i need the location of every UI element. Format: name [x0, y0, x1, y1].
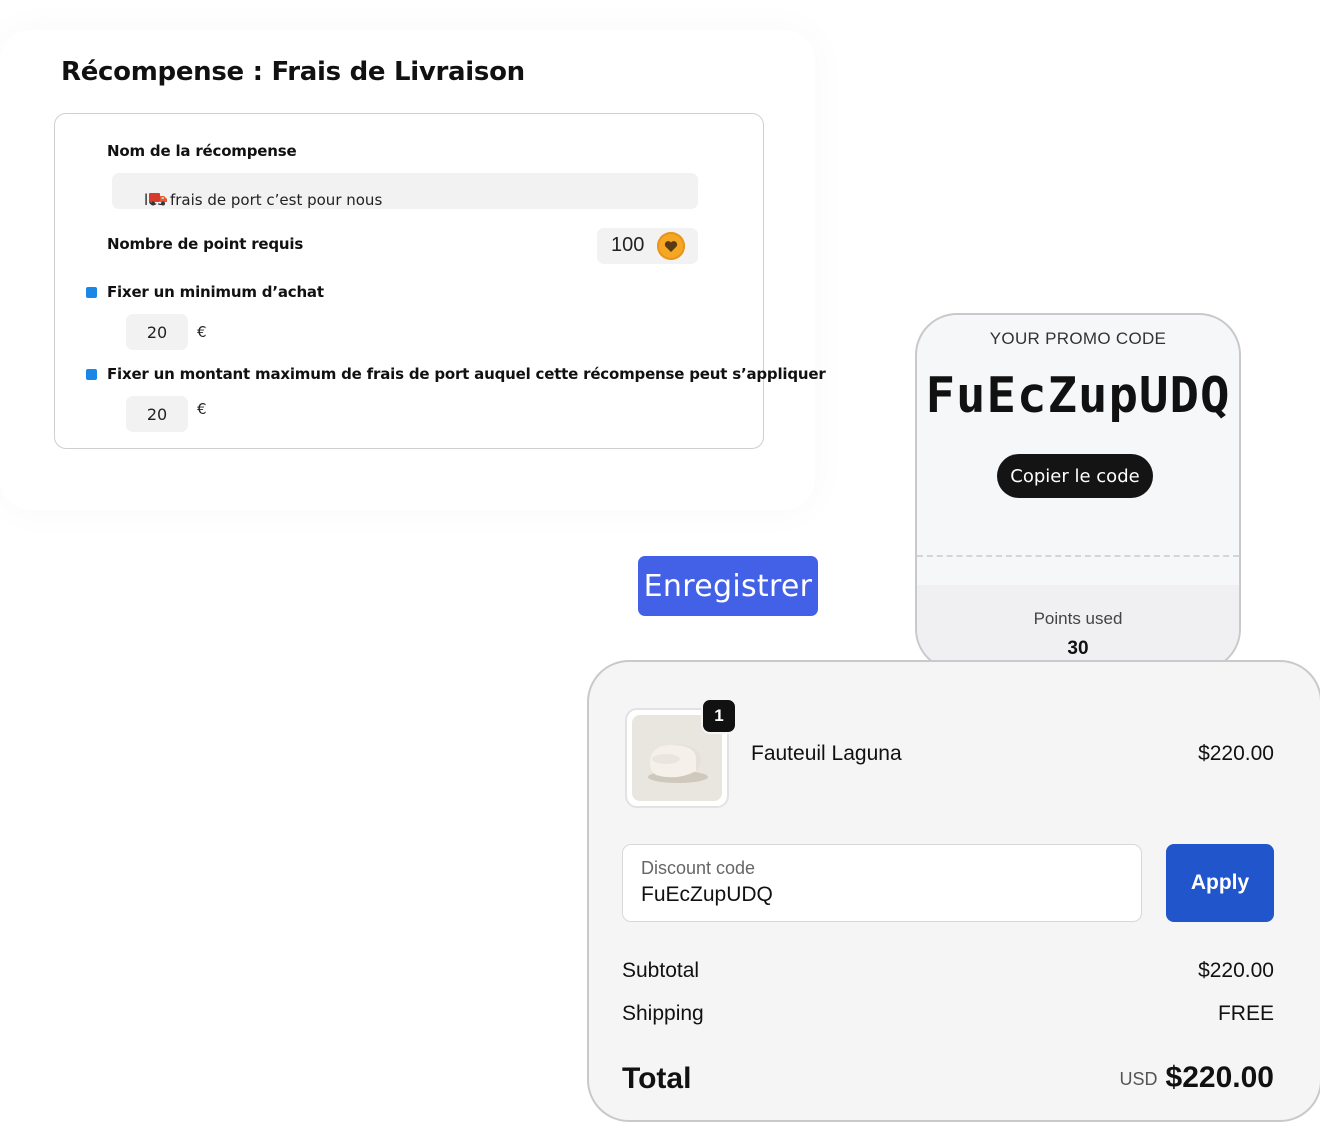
promo-code-value: FuEcZupUDQ: [925, 367, 1231, 424]
min-purchase-currency: €: [197, 323, 207, 341]
discount-code-placeholder: Discount code: [641, 858, 756, 878]
reward-name-value: les frais de port c’est pour nous: [144, 191, 383, 209]
subtotal-label: Subtotal: [622, 959, 700, 982]
discount-code-value: FuEcZupUDQ: [641, 883, 773, 906]
shipping-value: FREE: [1217, 1002, 1274, 1025]
total-value: $220.00: [1165, 1061, 1274, 1094]
max-shipping-currency: €: [197, 400, 207, 418]
max-shipping-input[interactable]: 20: [126, 396, 188, 432]
points-used-label: Points used: [1033, 609, 1123, 628]
max-shipping-value: 20: [146, 405, 168, 424]
product-name: Fauteuil Laguna: [751, 742, 902, 765]
quantity-badge: 1: [701, 698, 737, 734]
points-required-value: 100: [611, 234, 645, 256]
total-amount: USD $220.00: [1120, 1061, 1274, 1095]
promo-code-card: YOUR PROMO CODE FuEcZupUDQ Copier le cod…: [915, 313, 1241, 671]
points-required-label: Nombre de point requis: [107, 235, 304, 253]
promo-code-label: YOUR PROMO CODE: [989, 329, 1167, 348]
points-used-value: 30: [1067, 638, 1089, 659]
heart-coin-icon: [657, 232, 685, 260]
product-price: $220.00: [1198, 742, 1274, 765]
min-purchase-value: 20: [146, 323, 168, 342]
save-button[interactable]: Enregistrer: [638, 556, 818, 616]
page-title: Récompense : Frais de Livraison: [61, 57, 525, 87]
total-label: Total: [622, 1062, 692, 1095]
apply-button[interactable]: Apply: [1166, 844, 1274, 922]
reward-name-input[interactable]: les frais de port c’est pour nous: [112, 173, 698, 209]
min-purchase-input[interactable]: 20: [126, 314, 188, 350]
subtotal-value: $220.00: [1198, 959, 1274, 982]
total-currency: USD: [1119, 1069, 1158, 1089]
promo-divider: [917, 555, 1239, 557]
points-required-input[interactable]: 100: [597, 228, 698, 264]
reward-name-label: Nom de la récompense: [107, 142, 297, 160]
reward-form-card: Nom de la récompense les frais de port c…: [54, 113, 826, 449]
max-shipping-checkbox[interactable]: [86, 369, 97, 380]
min-purchase-checkbox[interactable]: [86, 287, 97, 298]
min-purchase-label: Fixer un minimum d’achat: [107, 283, 324, 301]
shipping-label: Shipping: [622, 1002, 704, 1025]
checkout-summary: 1 Fauteuil Laguna $220.00 Discount code …: [587, 660, 1320, 1122]
max-shipping-label: Fixer un montant maximum de frais de por…: [107, 365, 826, 383]
truck-icon: [148, 191, 168, 211]
copy-code-button[interactable]: Copier le code: [997, 454, 1153, 498]
discount-code-input[interactable]: Discount code FuEcZupUDQ: [622, 844, 1142, 922]
